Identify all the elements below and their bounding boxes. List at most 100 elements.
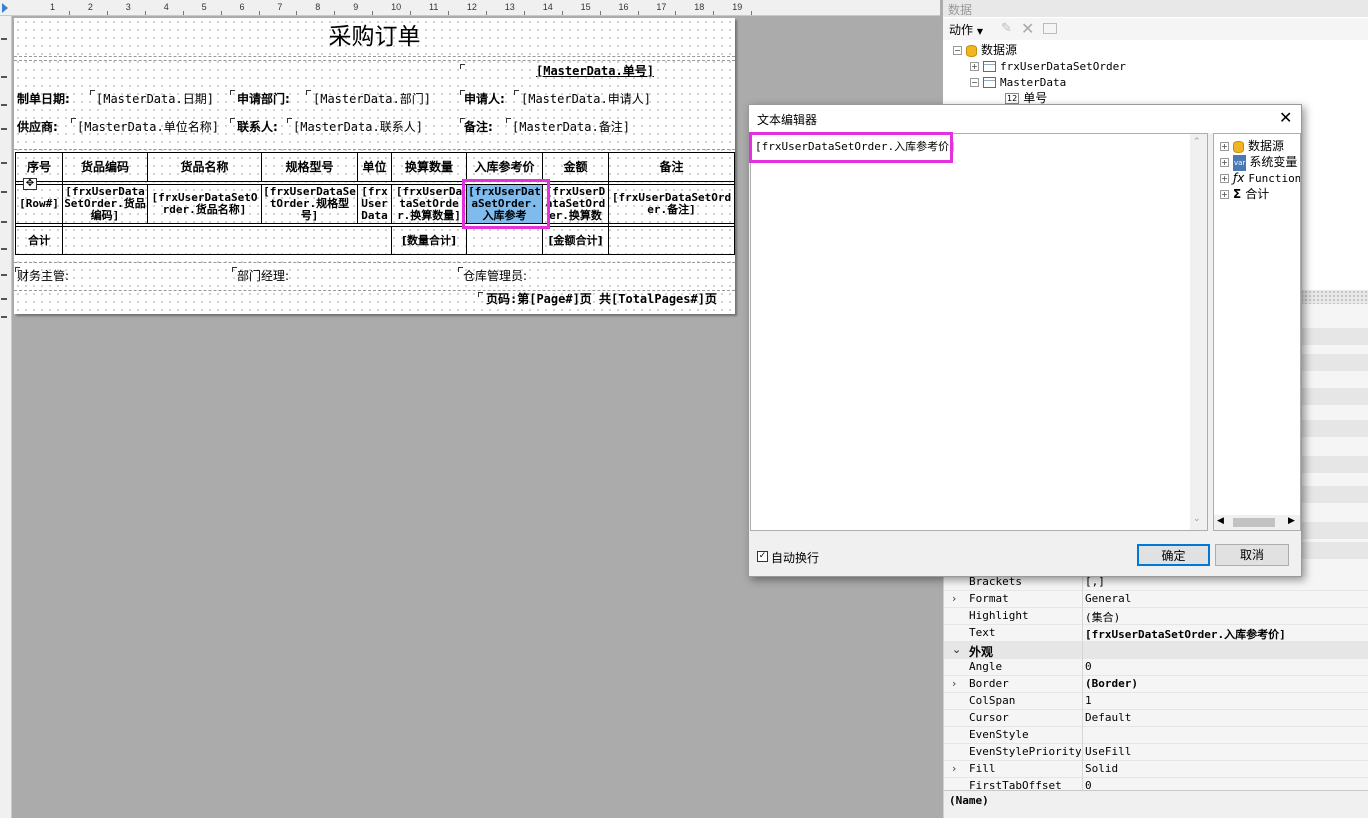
field-contact[interactable]: [MasterData.联系人] <box>293 119 423 135</box>
data-cell[interactable]: [frxUserDataSetOrder.规格型号] <box>261 184 358 224</box>
dialog-titlebar[interactable]: 文本编辑器 ✕ <box>749 105 1301 133</box>
page-footer-field[interactable]: 页码:第[Page#]页 共[TotalPages#]页 <box>486 291 717 307</box>
property-value[interactable]: Default <box>1085 711 1131 724</box>
report-title[interactable]: 采购订单 <box>14 22 735 52</box>
data-cell[interactable]: [frxUserDataSetOrder.换算数量] <box>391 184 467 224</box>
property-row[interactable]: › Fill Solid <box>944 761 1368 778</box>
property-value[interactable]: 0 <box>1085 660 1092 673</box>
chevron-right-icon[interactable]: › <box>952 592 956 605</box>
tree-node-datasource[interactable]: − 数据源 <box>953 42 1017 58</box>
ruler-number: 7 <box>277 2 283 12</box>
signer-manager[interactable]: 部门经理: <box>237 268 289 284</box>
close-icon[interactable]: ✕ <box>1279 108 1292 127</box>
horizontal-ruler: 1 2 3 4 5 6 7 8 9 10 11 12 13 14 15 16 17 18 19 <box>0 0 940 16</box>
column-header-cell[interactable]: 规格型号 <box>261 152 358 182</box>
label-date[interactable]: 制单日期: <box>17 91 70 107</box>
ruler-tick <box>296 11 298 15</box>
data-cell[interactable]: [frxUserDataSetOrder.货品编码] <box>62 184 148 224</box>
field-dept[interactable]: [MasterData.部门] <box>313 91 431 107</box>
total-remark-cell[interactable] <box>608 226 735 255</box>
wordwrap-checkbox[interactable]: ✓ <box>757 551 768 562</box>
scroll-down-icon[interactable]: ⌄ <box>1193 514 1201 524</box>
field-date[interactable]: [MasterData.日期] <box>96 91 214 107</box>
scroll-left-icon[interactable]: ◀ <box>1217 516 1224 526</box>
property-row[interactable]: Angle 0 <box>944 659 1368 676</box>
total-empty-cell[interactable] <box>62 226 392 255</box>
text-editor-dialog: 文本编辑器 ✕ [frxUserDataSetOrder.入库参考价] ⌃ ⌄ … <box>748 104 1302 577</box>
field-supplier[interactable]: [MasterData.单位名称] <box>77 119 219 135</box>
property-row[interactable]: › Format General <box>944 591 1368 608</box>
chevron-right-icon[interactable]: › <box>952 762 956 775</box>
view-icon[interactable] <box>1043 23 1057 34</box>
data-cell[interactable]: [frxUserData <box>357 184 392 224</box>
tree-functions[interactable]: +ƒxFunctions <box>1220 170 1300 187</box>
property-row[interactable]: Cursor Default <box>944 710 1368 727</box>
property-row[interactable]: › Border (Border) <box>944 676 1368 693</box>
expression-tree[interactable]: +数据源 +var系统变量 +ƒxFunctions +Σ合计 ◀ ▶ <box>1213 133 1301 531</box>
tree-datasource[interactable]: + 数据源 <box>1220 138 1284 154</box>
column-header-cell[interactable]: 货品名称 <box>147 152 262 182</box>
property-value[interactable]: (集合) <box>1085 609 1120 625</box>
label-dept[interactable]: 申请部门: <box>237 91 290 107</box>
tree-totals[interactable]: + Σ 合计 <box>1220 186 1269 202</box>
label-contact[interactable]: 联系人: <box>237 119 278 135</box>
action-dropdown[interactable]: 动作 ▼ <box>949 21 983 38</box>
delete-icon[interactable]: ✕ <box>1021 19 1034 38</box>
column-header-cell[interactable]: 货品编码 <box>62 152 148 182</box>
chevron-down-icon[interactable]: ⌄ <box>952 643 961 656</box>
property-name: Format <box>969 592 1009 605</box>
column-header-cell[interactable]: 换算数量 <box>391 152 467 182</box>
data-cell[interactable]: [frxUserDataSetOrder.备注] <box>608 184 735 224</box>
table-data-row: [Row#] [frxUserDataSetOrder.货品编码] [frxUser… <box>15 184 735 224</box>
order-number-field[interactable]: [MasterData.单号] <box>536 63 656 79</box>
editor-scrollbar[interactable]: ⌃ ⌄ <box>1190 134 1207 530</box>
variable-icon: var <box>1233 154 1247 171</box>
cancel-button[interactable]: 取消 <box>1215 544 1289 566</box>
property-value[interactable]: General <box>1085 592 1131 605</box>
edit-icon[interactable]: ✎ <box>1001 21 1012 36</box>
qty-total-cell[interactable]: [数量合计] <box>391 226 467 255</box>
total-price-cell[interactable] <box>466 226 543 255</box>
scroll-right-icon[interactable]: ▶ <box>1288 516 1295 526</box>
data-cell[interactable]: [frxUserDataSetOrder.换算数 <box>542 184 609 224</box>
property-row[interactable]: EvenStylePriority UseFill <box>944 744 1368 761</box>
table-move-handle-icon[interactable]: ✥ <box>23 178 37 190</box>
property-row[interactable]: Text [frxUserDataSetOrder.入库参考价] <box>944 625 1368 642</box>
property-category[interactable]: ⌄ 外观 <box>944 642 1368 659</box>
property-row[interactable]: ColSpan 1 <box>944 693 1368 710</box>
property-value[interactable]: [frxUserDataSetOrder.入库参考价] <box>1085 626 1286 642</box>
amount-total-cell[interactable]: [金额合计] <box>542 226 609 255</box>
label-remark[interactable]: 备注: <box>464 119 493 135</box>
field-remark[interactable]: [MasterData.备注] <box>512 119 630 135</box>
label-supplier[interactable]: 供应商: <box>17 119 58 135</box>
report-page[interactable]: 采购订单 [MasterData.单号] 制单日期: [MasterData.日… <box>14 18 735 314</box>
data-cell[interactable]: [frxUserDataSetOrder.货品名称] <box>147 184 262 224</box>
chevron-right-icon[interactable]: › <box>952 677 956 690</box>
property-row[interactable]: Highlight (集合) <box>944 608 1368 625</box>
property-row[interactable]: EvenStyle <box>944 727 1368 744</box>
property-value[interactable]: Solid <box>1085 762 1118 775</box>
label-applicant[interactable]: 申请人: <box>464 91 505 107</box>
column-header-cell[interactable]: 备注 <box>608 152 735 182</box>
property-value[interactable]: 1 <box>1085 694 1092 707</box>
total-label-cell[interactable]: 合计 <box>15 226 63 255</box>
tree-node-order-dataset[interactable]: + frxUserDataSetOrder <box>970 58 1126 75</box>
column-header-cell[interactable]: 入库参考价 <box>466 152 543 182</box>
tree-node-masterdata[interactable]: − MasterData <box>970 74 1066 91</box>
text-editor-area[interactable]: [frxUserDataSetOrder.入库参考价] ⌃ ⌄ <box>750 133 1208 531</box>
signer-warehouse[interactable]: 仓库管理员: <box>463 268 527 284</box>
property-value[interactable]: (Border) <box>1085 677 1138 690</box>
data-cell[interactable]: [Row#] <box>15 184 63 224</box>
property-value[interactable]: UseFill <box>1085 745 1131 758</box>
column-header-cell[interactable]: 单位 <box>357 152 392 182</box>
function-icon: ƒx <box>1233 171 1245 185</box>
tree-hscrollbar[interactable]: ◀ ▶ <box>1214 515 1300 530</box>
ok-button[interactable]: 确定 <box>1137 544 1210 566</box>
scroll-up-icon[interactable]: ⌃ <box>1193 137 1201 147</box>
tree-system-vars[interactable]: + var 系统变量 <box>1220 154 1297 171</box>
ruler-margin-marker[interactable] <box>2 3 8 13</box>
field-applicant[interactable]: [MasterData.申请人] <box>521 91 651 107</box>
signer-finance[interactable]: 财务主管: <box>17 268 69 284</box>
column-header-cell[interactable]: 金额 <box>542 152 609 182</box>
scroll-thumb[interactable] <box>1233 518 1275 527</box>
